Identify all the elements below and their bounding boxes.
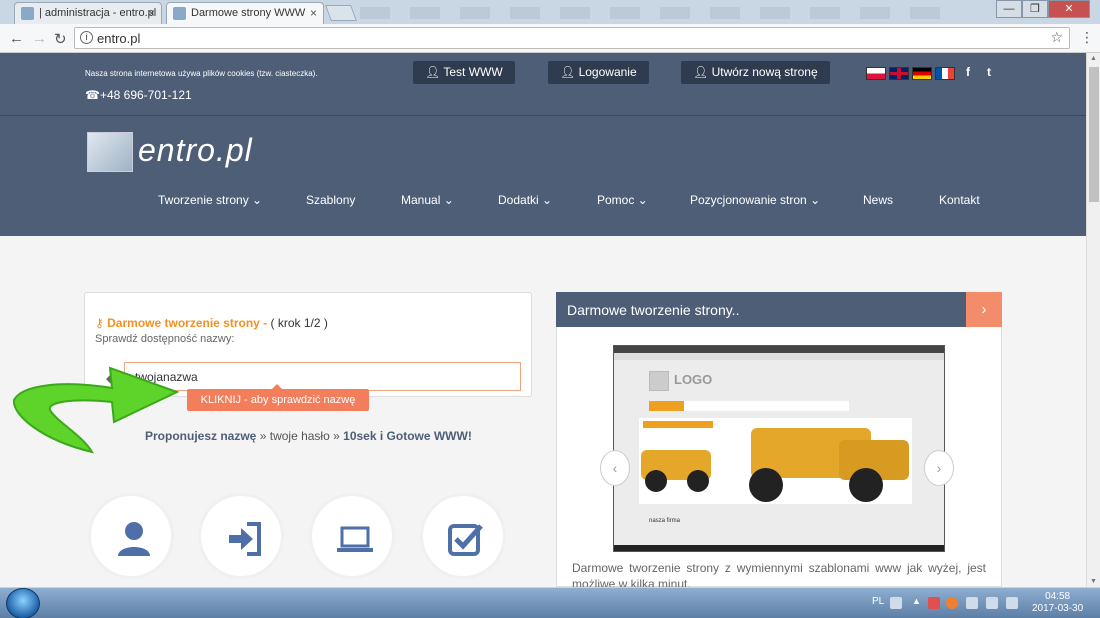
checkbox-circle[interactable] — [420, 493, 506, 579]
check-name-tooltip[interactable]: KLIKNIJ - aby sprawdzić nazwę — [187, 384, 369, 411]
nav-news[interactable]: News — [863, 193, 893, 207]
nav-tworzenie-strony[interactable]: Tworzenie strony ⌄ — [158, 193, 262, 207]
keyboard-icon[interactable] — [890, 597, 902, 609]
flag-fr-icon[interactable] — [935, 67, 955, 80]
security-icon[interactable] — [928, 597, 940, 609]
nav-pozycjonowanie[interactable]: Pozycjonowanie stron ⌄ — [690, 193, 820, 207]
create-site-button[interactable]: 👤︎ Utwórz nową stronę — [681, 61, 830, 84]
preview-logo-text: LOGO — [674, 372, 713, 387]
card-title: ⚷ Darmowe tworzenie strony - ( krok 1/2 … — [95, 316, 328, 330]
favicon-icon — [173, 7, 186, 20]
cookie-notice: Nasza strona internetowa używa plików co… — [85, 69, 318, 78]
network-icon[interactable] — [986, 597, 998, 609]
green-arrow-icon — [12, 366, 180, 454]
flag-uk-icon[interactable] — [889, 67, 909, 80]
scroll-up-icon[interactable]: ▲ — [1090, 55, 1097, 62]
info-icon[interactable]: i — [80, 31, 93, 44]
browser-toolbar: ← → ↻ i entro.pl ☆ ⋮ — [0, 24, 1100, 53]
reload-icon[interactable]: ↻ — [54, 30, 67, 48]
language-indicator[interactable]: PL — [872, 596, 884, 607]
login-button[interactable]: 👤︎ Logowanie — [548, 61, 649, 84]
power-icon[interactable] — [966, 597, 978, 609]
tray-expand-icon[interactable]: ▲ — [912, 596, 921, 606]
nav-szablony[interactable]: Szablony — [306, 193, 355, 207]
carousel-prev-button[interactable]: ‹ — [600, 450, 630, 486]
forward-arrow-icon[interactable]: → — [32, 30, 47, 47]
preview-firm-text: nasza firma — [649, 518, 681, 524]
back-arrow-icon[interactable]: ← — [9, 30, 24, 47]
twitter-icon[interactable]: t — [987, 65, 991, 79]
preview-banner — [639, 418, 912, 504]
tab-label: | administracja - entro.pl — [39, 7, 157, 19]
user-icon: 👤︎ — [425, 65, 441, 79]
browser-menu-icon[interactable]: ⋮ — [1080, 29, 1094, 46]
language-flags — [866, 67, 955, 80]
minimize-button[interactable]: — — [996, 0, 1022, 18]
right-panel-heading: Darmowe tworzenie strony.. — [556, 292, 966, 327]
start-button[interactable] — [6, 588, 40, 618]
sign-in-icon — [229, 522, 261, 556]
app-tray-icon[interactable] — [946, 597, 958, 609]
facebook-icon[interactable]: f — [966, 65, 970, 79]
key-icon: ⚷ — [95, 316, 104, 330]
login-circle[interactable] — [198, 493, 284, 579]
step-indicator: ( krok 1/2 ) — [270, 316, 328, 330]
check-square-icon — [448, 524, 483, 556]
user-circle[interactable] — [88, 493, 174, 579]
template-preview-screenshot[interactable]: LOGO nasza firma — [613, 345, 945, 552]
test-www-button[interactable]: 👤︎ Test WWW — [413, 61, 515, 84]
nav-pomoc[interactable]: Pomoc ⌄ — [597, 193, 648, 207]
scroll-down-icon[interactable]: ▼ — [1090, 578, 1097, 585]
carousel-next-button[interactable]: › — [924, 450, 954, 486]
user-icon: 👤︎ — [560, 65, 576, 79]
taskbar-clock[interactable]: 04:58 2017-03-30 — [1032, 591, 1083, 615]
windows-taskbar: PL ▲ 04:58 2017-03-30 — [0, 587, 1100, 618]
page-scrollbar[interactable]: ▲ ▼ — [1086, 53, 1100, 587]
logo-image[interactable] — [87, 132, 133, 172]
flag-de-icon[interactable] — [912, 67, 932, 80]
scroll-thumb[interactable] — [1089, 67, 1099, 202]
flag-pl-icon[interactable] — [866, 67, 886, 80]
address-bar[interactable]: i entro.pl ☆ — [74, 27, 1070, 49]
nav-dodatki[interactable]: Dodatki ⌄ — [498, 193, 552, 207]
tab-administracja[interactable]: | administracja - entro.pl × — [14, 2, 162, 24]
card-subtitle: Sprawdź dostępność nazwy: — [95, 333, 235, 345]
url-text: entro.pl — [97, 31, 141, 46]
logo-text[interactable]: entro.pl — [138, 132, 253, 169]
blurred-taskbar-area — [360, 7, 960, 19]
tab-close-icon[interactable]: × — [148, 6, 155, 20]
preview-logo-icon — [649, 371, 669, 391]
favicon-icon — [21, 7, 34, 20]
tab-darmowe-strony[interactable]: Darmowe strony WWW × — [166, 2, 324, 24]
laptop-icon — [337, 526, 373, 552]
new-tab-button[interactable] — [325, 5, 357, 21]
phone-icon: ☎ — [85, 88, 100, 102]
close-window-button[interactable]: ✕ — [1048, 0, 1090, 18]
user-icon — [118, 522, 150, 556]
user-icon: 👤︎ — [693, 65, 709, 79]
tab-label: Darmowe strony WWW — [191, 7, 306, 19]
site-top-bar: Nasza strona internetowa używa plików co… — [0, 53, 1086, 115]
volume-icon[interactable] — [1006, 597, 1018, 609]
site-navigation: entro.pl Tworzenie strony ⌄ Szablony Man… — [0, 115, 1086, 236]
laptop-circle[interactable] — [309, 493, 395, 579]
tab-close-icon[interactable]: × — [310, 6, 317, 20]
panel-arrow-button[interactable]: › — [966, 292, 1002, 327]
phone-number: ☎+48 696-701-121 — [85, 88, 192, 102]
steps-line: Proponujesz nazwę » twoje hasło » 10sek … — [145, 429, 472, 443]
maximize-button[interactable]: ❐ — [1022, 0, 1048, 18]
nav-kontakt[interactable]: Kontakt — [939, 193, 980, 207]
bookmark-star-icon[interactable]: ☆ — [1050, 29, 1063, 46]
browser-tab-bar: | administracja - entro.pl × Darmowe str… — [0, 0, 1100, 24]
window-controls: — ❐ ✕ — [996, 0, 1090, 18]
nav-manual[interactable]: Manual ⌄ — [401, 193, 454, 207]
